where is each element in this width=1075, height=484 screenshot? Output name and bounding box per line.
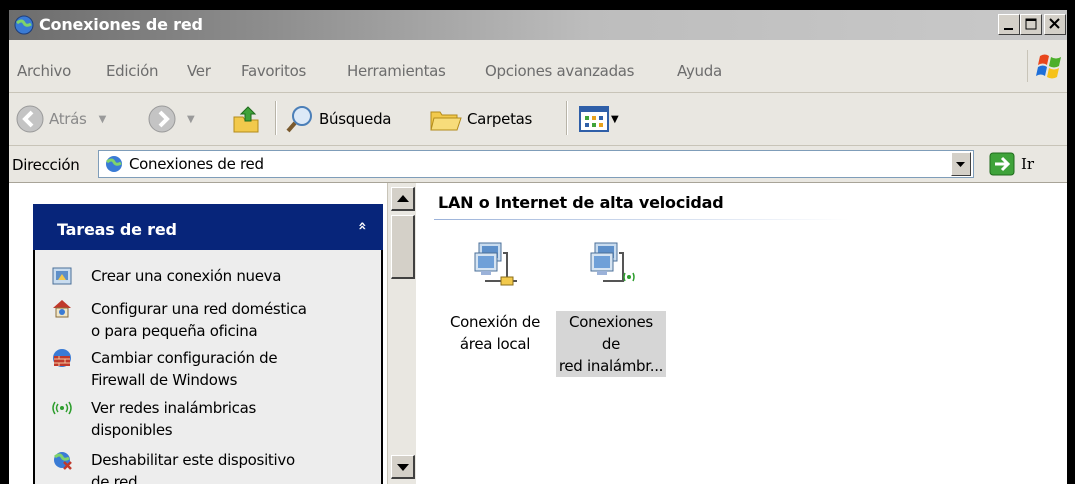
content-area: LAN o Internet de alta velocidad Conexió… bbox=[416, 183, 1067, 484]
window-border-top bbox=[0, 0, 1075, 10]
back-dropdown-icon[interactable]: ▼ bbox=[99, 114, 107, 125]
menu-archivo[interactable]: Archivo bbox=[17, 62, 71, 80]
task-label: Deshabilitar este dispositivo bbox=[91, 451, 295, 469]
disable-device-icon bbox=[51, 449, 75, 471]
chevron-down-icon bbox=[956, 162, 965, 167]
task-label: Cambiar configuración de bbox=[91, 349, 278, 367]
wireless-connection-line2: red inalámbr... bbox=[558, 357, 664, 375]
task-firewall[interactable]: Cambiar configuración de Firewall de Win… bbox=[51, 347, 278, 391]
back-arrow-icon bbox=[16, 105, 44, 133]
views-dropdown-icon[interactable]: ▼ bbox=[611, 114, 619, 125]
toolbar-separator bbox=[566, 101, 568, 135]
scroll-down-button[interactable] bbox=[391, 455, 415, 479]
lan-connection-item[interactable]: Conexión de área local bbox=[440, 239, 550, 353]
folders-button[interactable]: Carpetas bbox=[429, 93, 532, 145]
task-wireless[interactable]: Ver redes inalámbricas disponibles bbox=[51, 397, 256, 441]
lan-connection-icon bbox=[474, 242, 517, 286]
task-home-network[interactable]: Configurar una red doméstica o para pequ… bbox=[51, 298, 307, 342]
scroll-up-button[interactable] bbox=[391, 187, 415, 211]
toolbar: Atrás ▼ ▼ Búsqueda Carpetas ▼ bbox=[9, 93, 1067, 146]
scrollbar-thumb[interactable] bbox=[391, 215, 415, 279]
folders-label: Carpetas bbox=[467, 110, 533, 128]
folders-icon bbox=[430, 111, 462, 131]
task-disable-device[interactable]: Deshabilitar este dispositivo de red bbox=[51, 449, 295, 484]
back-button[interactable]: Atrás ▼ bbox=[15, 93, 106, 145]
minimize-button[interactable] bbox=[998, 14, 1020, 35]
wireless-connection-label: Conexiones de red inalámbr... bbox=[556, 311, 666, 377]
go-button[interactable]: Ir bbox=[989, 152, 1034, 176]
toolbar-separator bbox=[275, 101, 277, 135]
window: Conexiones de red Archivo Edición Ver Fa… bbox=[0, 0, 1075, 484]
chevron-up-icon bbox=[397, 195, 409, 202]
group-divider bbox=[434, 219, 850, 220]
task-label: Crear una conexión nueva bbox=[91, 267, 282, 285]
close-icon bbox=[1049, 18, 1060, 29]
search-button[interactable]: Búsqueda bbox=[285, 93, 391, 145]
lan-connection-line1: Conexión de bbox=[449, 313, 541, 331]
address-bar: Dirección Conexiones de red Ir bbox=[9, 146, 1067, 183]
wireless-connection-item[interactable]: Conexiones de red inalámbr... bbox=[556, 239, 666, 377]
task-create-connection[interactable]: Crear una conexión nueva bbox=[51, 265, 281, 287]
wireless-connection-icon bbox=[590, 242, 635, 282]
network-connections-icon bbox=[106, 156, 122, 172]
vertical-scrollbar[interactable] bbox=[387, 183, 416, 484]
address-value: Conexiones de red bbox=[129, 155, 264, 173]
menu-favoritos[interactable]: Favoritos bbox=[241, 62, 306, 80]
network-tasks-header[interactable]: Tareas de red » bbox=[33, 204, 383, 250]
forward-arrow-icon bbox=[148, 105, 176, 133]
maximize-button[interactable] bbox=[1020, 14, 1042, 35]
up-folder-icon bbox=[233, 106, 259, 133]
task-label: de red bbox=[91, 473, 138, 484]
go-arrow-icon bbox=[989, 152, 1015, 176]
menu-ver[interactable]: Ver bbox=[187, 62, 211, 80]
task-label: Ver redes inalámbricas bbox=[91, 399, 257, 417]
window-title: Conexiones de red bbox=[39, 15, 203, 34]
task-label: disponibles bbox=[91, 421, 173, 439]
wireless-connection-line1: Conexiones de bbox=[569, 313, 653, 353]
menu-opciones-avanzadas[interactable]: Opciones avanzadas bbox=[485, 62, 635, 80]
address-label: Dirección bbox=[12, 156, 80, 174]
address-input[interactable]: Conexiones de red bbox=[98, 150, 974, 178]
new-connection-icon bbox=[51, 265, 75, 287]
maximize-icon bbox=[1025, 18, 1037, 30]
address-dropdown-button[interactable] bbox=[951, 152, 971, 176]
forward-dropdown-icon[interactable]: ▼ bbox=[187, 114, 195, 125]
window-border-right bbox=[1067, 0, 1075, 484]
home-network-icon bbox=[51, 298, 75, 320]
search-label: Búsqueda bbox=[319, 110, 392, 128]
go-label: Ir bbox=[1021, 155, 1035, 173]
back-label: Atrás bbox=[49, 110, 87, 128]
minimize-icon bbox=[1004, 28, 1013, 30]
task-label: Configurar una red doméstica bbox=[91, 300, 307, 318]
title-bar[interactable]: Conexiones de red bbox=[9, 10, 1067, 40]
task-label: o para pequeña oficina bbox=[91, 322, 258, 340]
network-connections-icon bbox=[14, 15, 34, 35]
lan-connection-line2: área local bbox=[459, 335, 531, 353]
window-border-left bbox=[0, 0, 9, 484]
firewall-icon bbox=[51, 347, 75, 369]
task-pane: Tareas de red » Crear una conexión nueva… bbox=[9, 183, 387, 484]
close-button[interactable] bbox=[1044, 14, 1066, 35]
lan-connection-label: Conexión de área local bbox=[448, 311, 542, 355]
wireless-icon bbox=[51, 397, 75, 419]
menu-ayuda[interactable]: Ayuda bbox=[677, 62, 722, 80]
menu-edicion[interactable]: Edición bbox=[106, 62, 158, 80]
search-icon bbox=[286, 106, 312, 133]
menu-herramientas[interactable]: Herramientas bbox=[347, 62, 446, 80]
collapse-icon[interactable]: » bbox=[354, 221, 370, 230]
forward-button[interactable]: ▼ bbox=[147, 93, 195, 145]
network-tasks-title: Tareas de red bbox=[57, 220, 177, 239]
windows-logo-icon bbox=[1027, 50, 1061, 82]
views-icon bbox=[579, 106, 609, 132]
views-button[interactable]: ▼ bbox=[579, 93, 619, 145]
menu-bar: Archivo Edición Ver Favoritos Herramient… bbox=[9, 40, 1067, 93]
task-label: Firewall de Windows bbox=[91, 371, 238, 389]
up-folder-button[interactable] bbox=[231, 93, 261, 145]
group-title: LAN o Internet de alta velocidad bbox=[438, 193, 724, 212]
chevron-down-icon bbox=[397, 464, 409, 471]
